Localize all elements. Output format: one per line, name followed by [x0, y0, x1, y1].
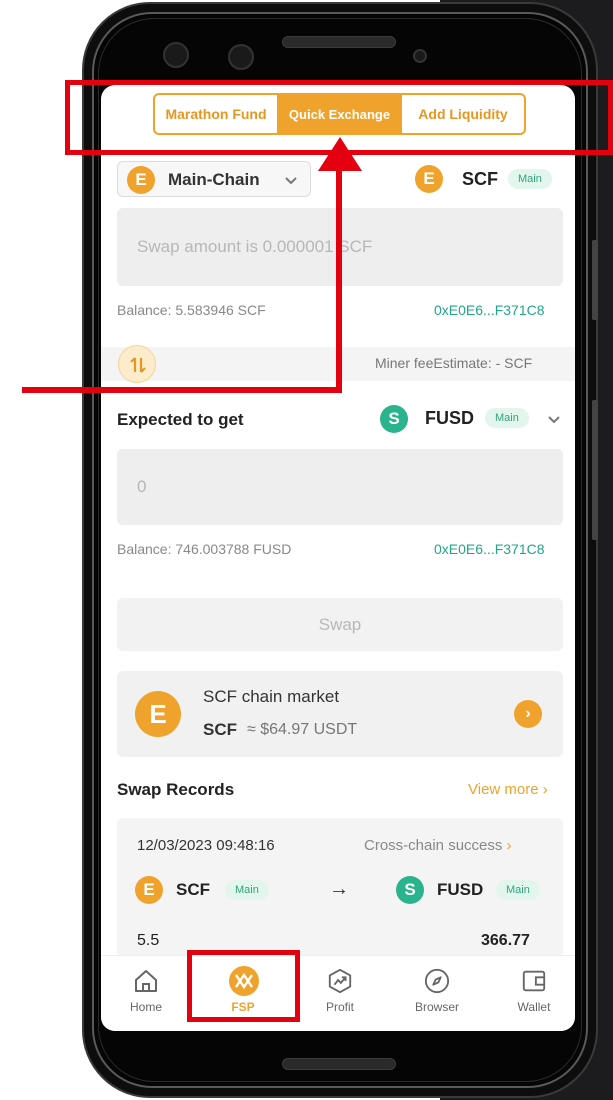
- chevron-right-status-icon: ›: [502, 837, 512, 854]
- nav-profit[interactable]: Profit: [295, 956, 385, 1026]
- record-to-token: FUSD: [437, 880, 484, 899]
- nav-browser-label: Browser: [414, 1000, 459, 1014]
- nav-wallet[interactable]: Wallet: [489, 956, 575, 1026]
- miner-fee-estimate: Miner feeEstimate: - SCF: [375, 355, 533, 371]
- record-scf-icon: E: [135, 876, 163, 904]
- chain-selector-label: Main-Chain: [168, 170, 260, 189]
- nav-browser[interactable]: Browser: [392, 956, 482, 1026]
- market-price: ≈ $64.97 USDT: [247, 721, 358, 738]
- arrow-right-icon: →: [329, 878, 349, 900]
- annotation-fsp-highlight: [187, 950, 300, 1022]
- to-token-dropdown-icon[interactable]: [547, 412, 561, 426]
- proximity-sensor-icon: [413, 49, 427, 63]
- annotation-arrow-head: [318, 137, 362, 171]
- annotation-arrow-vertical: [336, 168, 342, 393]
- power-button: [592, 400, 598, 540]
- from-balance: Balance: 5.583946 SCF: [117, 302, 266, 318]
- record-datetime: 12/03/2023 09:48:16: [137, 837, 275, 854]
- scf-market-logo-icon: E: [135, 691, 181, 737]
- expected-to-get-label: Expected to get: [117, 410, 244, 429]
- to-token-badge: Main: [485, 408, 529, 428]
- front-sensor-icon: [228, 44, 254, 70]
- record-to-badge: Main: [496, 880, 540, 900]
- expected-amount-value: 0: [137, 477, 147, 496]
- record-from-amount: 5.5: [137, 932, 160, 949]
- record-from-token: SCF: [176, 880, 210, 899]
- home-icon: [135, 970, 157, 992]
- chevron-down-icon: [285, 177, 297, 185]
- swap-arrows-icon: [130, 357, 146, 373]
- switch-direction-button[interactable]: [118, 345, 156, 383]
- nav-home-label: Home: [129, 1000, 162, 1014]
- record-status: Cross-chain success ›: [364, 837, 512, 854]
- nav-profit-label: Profit: [325, 1000, 354, 1014]
- bottom-speaker: [282, 1058, 396, 1070]
- volume-button: [592, 240, 598, 320]
- chevron-right-icon[interactable]: ›: [514, 700, 542, 728]
- view-more-link[interactable]: View more ›: [468, 781, 548, 798]
- to-address: 0xE0E6...F371C8: [434, 541, 545, 557]
- record-item[interactable]: 12/03/2023 09:48:16 Cross-chain success …: [117, 818, 563, 958]
- earpiece-speaker: [282, 36, 396, 48]
- record-from-badge: Main: [225, 880, 269, 900]
- from-token-name: SCF: [462, 169, 498, 189]
- expected-amount-field: 0: [117, 449, 563, 525]
- from-token-badge: Main: [508, 169, 552, 189]
- market-token: SCF: [203, 720, 237, 739]
- market-title: SCF chain market: [203, 687, 340, 706]
- bottom-nav: Home FSP Profit Browser Wallet: [101, 955, 575, 1031]
- from-address: 0xE0E6...F371C8: [434, 302, 545, 318]
- record-to-amount: 366.77: [481, 932, 530, 949]
- scf-token-icon: E: [415, 165, 443, 193]
- chain-market-card[interactable]: E SCF chain market SCF ≈ $64.97 USDT ›: [117, 671, 563, 757]
- scf-logo-icon: E: [127, 166, 155, 194]
- profit-icon: [328, 968, 352, 994]
- record-fusd-icon: S: [396, 876, 424, 904]
- annotation-arrow-horizontal: [22, 387, 342, 393]
- fusd-token-icon: S: [380, 405, 408, 433]
- to-balance: Balance: 746.003788 FUSD: [117, 541, 292, 557]
- nav-home[interactable]: Home: [101, 956, 191, 1026]
- nav-wallet-label: Wallet: [517, 1000, 551, 1014]
- front-camera-icon: [163, 42, 189, 68]
- swap-button[interactable]: Swap: [117, 598, 563, 651]
- chain-selector[interactable]: E Main-Chain: [117, 161, 311, 197]
- wallet-icon: [522, 970, 546, 992]
- chevron-right-small-icon: ›: [538, 781, 548, 798]
- swap-records-title: Swap Records: [117, 780, 235, 799]
- compass-icon: [424, 968, 450, 994]
- to-token-name[interactable]: FUSD: [425, 408, 474, 429]
